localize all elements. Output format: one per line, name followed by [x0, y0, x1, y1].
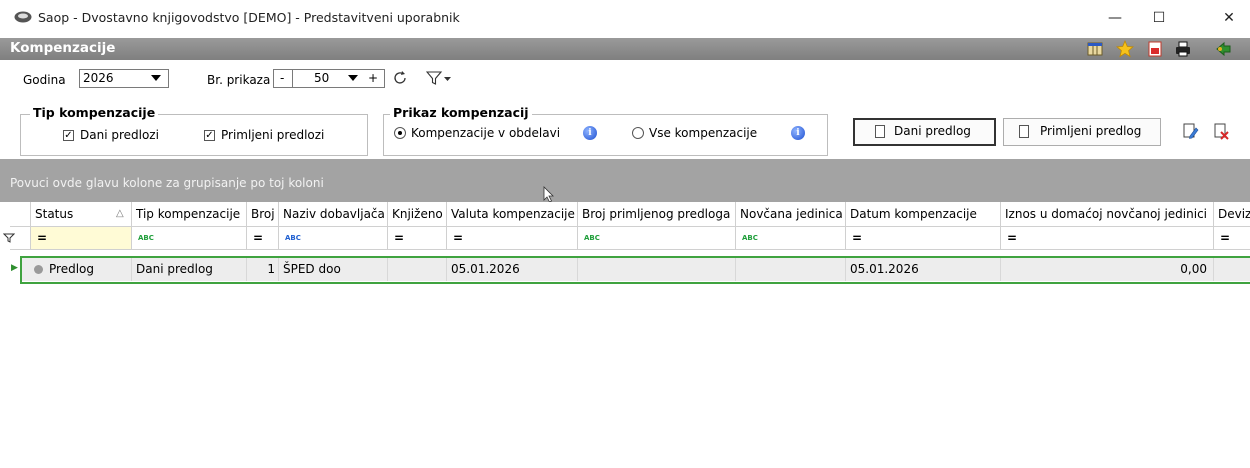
- chevron-down-icon: [151, 75, 161, 81]
- given-checkbox[interactable]: ✓: [63, 130, 74, 141]
- document-icon: [875, 125, 885, 138]
- primljeni-predlog-button[interactable]: Primljeni predlog: [1003, 118, 1161, 146]
- column-header-datum[interactable]: Datum kompenzacije: [845, 202, 1000, 226]
- filter-iznos[interactable]: =: [1000, 227, 1213, 249]
- count-value: 50: [314, 71, 330, 85]
- window-titlebar: Saop - Dvostavno knjigovodstvo [DEMO] - …: [0, 0, 1250, 36]
- radio-in-progress-label: Kompenzacije v obdelavi: [411, 126, 561, 140]
- text-filter-icon: ABC: [285, 234, 301, 242]
- received-checkbox[interactable]: ✓: [204, 130, 215, 141]
- app-logo-icon: [14, 11, 32, 23]
- spinner-divider: [292, 69, 293, 88]
- filter-valuta[interactable]: =: [446, 227, 577, 249]
- filter-novcana[interactable]: ABC: [735, 227, 845, 249]
- count-label: Br. prikaza: [207, 73, 271, 87]
- close-button[interactable]: ✕: [1211, 6, 1247, 30]
- document-icon: [1019, 125, 1029, 138]
- sort-ascending-icon: △: [116, 208, 124, 219]
- refresh-icon[interactable]: [392, 70, 408, 86]
- chevron-down-icon[interactable]: [348, 75, 358, 82]
- prikaz-group-title: Prikaz kompenzacij: [390, 105, 532, 120]
- columns-icon[interactable]: [1086, 40, 1104, 58]
- year-select[interactable]: 2026: [79, 69, 169, 88]
- pdf-export-icon[interactable]: [1146, 40, 1164, 58]
- radio-all[interactable]: [632, 127, 644, 139]
- dani-predlog-button[interactable]: Dani predlog: [853, 118, 996, 146]
- given-label: Dani predlozi: [80, 128, 159, 142]
- filter-row: = ABC = ABC = = ABC ABC = = =: [3, 227, 1250, 250]
- info-icon[interactable]: i: [583, 126, 597, 140]
- group-by-panel[interactable]: Povuci ovde glavu kolone za grupisanje p…: [0, 159, 1250, 203]
- info-icon[interactable]: i: [791, 126, 805, 140]
- column-header-deviz[interactable]: Deviz: [1213, 202, 1250, 226]
- filter-broj-primljenog[interactable]: ABC: [577, 227, 735, 249]
- filter-deviz[interactable]: =: [1213, 227, 1250, 249]
- column-header-iznos[interactable]: Iznos u domaćoj novčanoj jedinici: [1000, 202, 1213, 226]
- filter-row-icon: [3, 233, 15, 243]
- exit-icon[interactable]: [1214, 40, 1232, 58]
- row-indicator-header: [10, 202, 30, 226]
- filter-naziv[interactable]: ABC: [278, 227, 387, 249]
- radio-in-progress[interactable]: [394, 127, 406, 139]
- filter-icon[interactable]: [426, 70, 454, 86]
- year-value: 2026: [83, 71, 114, 85]
- year-label: Godina: [23, 73, 66, 87]
- print-icon[interactable]: [1174, 40, 1192, 58]
- column-header-broj-primljenog[interactable]: Broj primljenog predloga: [577, 202, 735, 226]
- column-header-naziv[interactable]: Naziv dobavljača: [278, 202, 387, 226]
- maximize-button[interactable]: ☐: [1141, 6, 1177, 30]
- primljeni-predlog-label: Primljeni predlog: [1040, 124, 1142, 138]
- column-header-novcana[interactable]: Novčana jedinica: [735, 202, 845, 226]
- received-label: Primljeni predlozi: [221, 128, 325, 142]
- window-title: Saop - Dvostavno knjigovodstvo [DEMO] - …: [38, 10, 460, 25]
- edit-document-icon[interactable]: [1181, 122, 1199, 140]
- column-header-tip[interactable]: Tip kompenzacije: [131, 202, 246, 226]
- text-filter-icon: ABC: [742, 234, 758, 242]
- favorite-star-icon[interactable]: [1116, 40, 1134, 58]
- column-header-valuta[interactable]: Valuta kompenzacije: [446, 202, 577, 226]
- tip-group-title: Tip kompenzacije: [30, 105, 159, 120]
- filter-datum[interactable]: =: [845, 227, 1000, 249]
- delete-document-icon[interactable]: [1212, 122, 1230, 140]
- count-spinner[interactable]: - 50 +: [273, 69, 385, 88]
- filter-knjizeno[interactable]: =: [387, 227, 446, 249]
- column-header-knjizeno[interactable]: Knjiženo: [387, 202, 446, 226]
- text-filter-icon: ABC: [584, 234, 600, 242]
- filter-tip[interactable]: ABC: [131, 227, 246, 249]
- row-selection-frame: [20, 256, 1250, 284]
- dani-predlog-label: Dani predlog: [894, 124, 971, 138]
- group-by-hint: Povuci ovde glavu kolone za grupisanje p…: [10, 176, 324, 190]
- filter-status[interactable]: =: [30, 227, 131, 249]
- count-increment-button[interactable]: +: [368, 71, 378, 85]
- filter-broj[interactable]: =: [246, 227, 278, 249]
- minimize-button[interactable]: —: [1097, 6, 1133, 30]
- radio-all-label: Vse kompenzacije: [649, 126, 758, 140]
- section-title: Kompenzacije: [10, 40, 116, 56]
- current-row-indicator-icon: ▶: [11, 263, 18, 273]
- text-filter-icon: ABC: [138, 234, 154, 242]
- grid-header: Status △ Tip kompenzacije Broj Naziv dob…: [10, 202, 1250, 227]
- count-decrement-button[interactable]: -: [280, 71, 284, 85]
- column-header-broj[interactable]: Broj: [246, 202, 278, 226]
- section-header: Kompenzacije: [0, 38, 1250, 60]
